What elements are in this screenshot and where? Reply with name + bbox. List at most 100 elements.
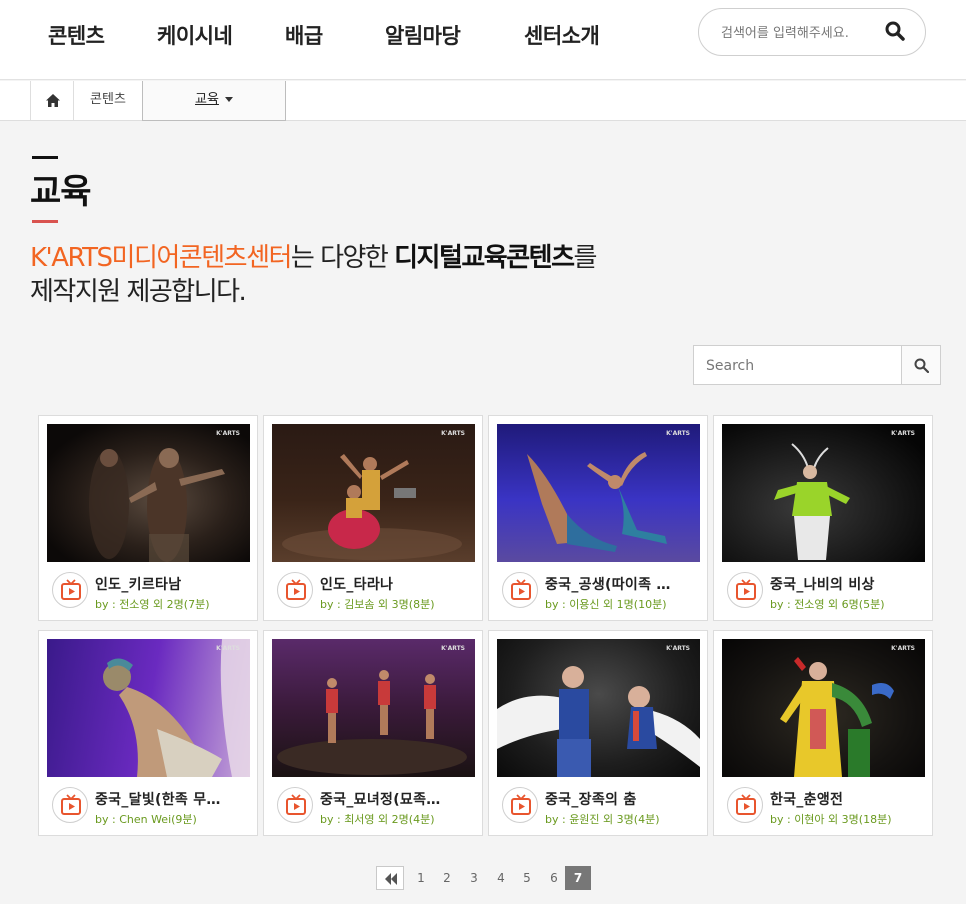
play-button[interactable] (52, 572, 88, 608)
dancer-image (89, 448, 225, 562)
video-card[interactable]: K'ARTS 중국_달빛(한족 무… by : Chen Wei(9분) (38, 630, 258, 836)
watermark-logo: K'ARTS (216, 645, 240, 652)
list-search-box (693, 345, 941, 385)
video-thumbnail[interactable]: K'ARTS (497, 424, 700, 562)
watermark-logo: K'ARTS (441, 430, 465, 437)
play-button[interactable] (727, 787, 763, 823)
video-credit: by : 전소영 외 6명(5분) (770, 598, 885, 611)
video-thumbnail[interactable]: K'ARTS (722, 639, 925, 777)
breadcrumb-home[interactable] (30, 81, 74, 121)
search-icon (885, 21, 905, 41)
video-thumbnail[interactable]: K'ARTS (272, 424, 475, 562)
title-accent-bar (32, 156, 58, 159)
tv-play-icon (511, 794, 531, 815)
video-thumbnail[interactable]: K'ARTS (272, 639, 475, 777)
video-title[interactable]: 중국_공생(따이족 … (545, 574, 697, 594)
watermark-logo: K'ARTS (666, 430, 690, 437)
intro-highlight: 디지털교육콘텐츠 (394, 243, 575, 273)
intro-text-part: 를 (573, 243, 598, 273)
video-thumbnail[interactable]: K'ARTS (47, 639, 250, 777)
breadcrumb: 콘텐츠 교육 (0, 81, 966, 121)
video-card[interactable]: K'ARTS 인도_타라나 by : 김보솜 외 3명(8분) (263, 415, 483, 621)
video-title[interactable]: 중국_장족의 춤 (545, 789, 697, 809)
watermark-logo: K'ARTS (441, 645, 465, 652)
play-button[interactable] (277, 787, 313, 823)
video-thumbnail[interactable]: K'ARTS (497, 639, 700, 777)
video-title[interactable]: 인도_타라나 (320, 574, 472, 594)
list-search-button[interactable] (901, 345, 941, 385)
play-button[interactable] (502, 572, 538, 608)
video-thumbnail[interactable]: K'ARTS (47, 424, 250, 562)
tv-play-icon (61, 794, 81, 815)
video-credit: by : 최서영 외 2명(4분) (320, 813, 435, 826)
first-page-button[interactable] (376, 866, 404, 890)
dancer-image (774, 443, 850, 560)
page-link[interactable]: 2 (434, 866, 460, 890)
page-link[interactable]: 3 (461, 866, 487, 890)
page-link[interactable]: 4 (488, 866, 514, 890)
video-credit: by : 윤원진 외 3명(4분) (545, 813, 660, 826)
page-link[interactable]: 5 (514, 866, 540, 890)
video-credit: by : 전소영 외 2명(7분) (95, 598, 210, 611)
dancer-image (780, 657, 894, 777)
nav-contents[interactable]: 콘텐츠 (48, 20, 105, 50)
header-search-button[interactable] (885, 21, 907, 43)
intro-center-name: K'ARTS미디어콘텐츠센터 (30, 243, 292, 273)
video-card[interactable]: K'ARTS 인도_키르타남 by : 전소영 외 2명(7분) (38, 415, 258, 621)
video-title[interactable]: 중국_달빛(한족 무… (95, 789, 247, 809)
breadcrumb-category-label: 교육 (195, 92, 219, 107)
video-card[interactable]: K'ARTS 중국_묘녀정(묘족… by : 최서영 외 2명(4분) (263, 630, 483, 836)
intro-line2: 제작지원 제공합니다. (30, 277, 247, 307)
dancer-image (497, 666, 700, 777)
site-header: 콘텐츠 케이시네 배급 알림마당 센터소개 (0, 0, 966, 80)
page-link[interactable]: 1 (408, 866, 434, 890)
video-credit: by : 이용신 외 1명(10분) (545, 598, 667, 611)
page-title: 교육 (30, 172, 92, 212)
dancer-image (277, 670, 467, 775)
play-button[interactable] (277, 572, 313, 608)
video-title[interactable]: 인도_키르타남 (95, 574, 247, 594)
video-credit: by : 이현아 외 3명(18분) (770, 813, 892, 826)
nav-notice[interactable]: 알림마당 (385, 20, 461, 50)
tv-play-icon (736, 579, 756, 600)
home-icon (46, 94, 60, 107)
tv-play-icon (286, 794, 306, 815)
watermark-logo: K'ARTS (891, 430, 915, 437)
tv-play-icon (511, 579, 531, 600)
intro-text-part: 는 다양한 (290, 243, 395, 273)
video-card[interactable]: K'ARTS 중국_장족의 춤 by : 윤원진 외 3명(4분) (488, 630, 708, 836)
dancer-image (282, 454, 462, 560)
page-link[interactable]: 6 (541, 866, 567, 890)
watermark-logo: K'ARTS (891, 645, 915, 652)
tv-play-icon (736, 794, 756, 815)
video-thumbnail[interactable]: K'ARTS (722, 424, 925, 562)
video-card[interactable]: K'ARTS 중국_공생(따이족 … by : 이용신 외 1명(10분) (488, 415, 708, 621)
breadcrumb-contents[interactable]: 콘텐츠 (74, 81, 142, 121)
play-button[interactable] (52, 787, 88, 823)
caret-down-icon (224, 97, 233, 102)
double-chevron-left-icon (385, 873, 397, 885)
watermark-logo: K'ARTS (666, 645, 690, 652)
video-title[interactable]: 중국_묘녀정(묘족… (320, 789, 472, 809)
nav-about[interactable]: 센터소개 (524, 20, 600, 50)
dancer-image (527, 452, 667, 552)
breadcrumb-category-dropdown[interactable]: 교육 (142, 81, 286, 121)
dancer-image (103, 639, 250, 777)
video-credit: by : Chen Wei(9분) (95, 813, 197, 826)
play-button[interactable] (502, 787, 538, 823)
video-credit: by : 김보솜 외 3명(8분) (320, 598, 435, 611)
nav-kcine[interactable]: 케이시네 (157, 20, 233, 50)
nav-distribution[interactable]: 배급 (285, 20, 323, 50)
header-search-box (698, 8, 926, 56)
tv-play-icon (286, 579, 306, 600)
title-divider (32, 220, 58, 223)
play-button[interactable] (727, 572, 763, 608)
video-card[interactable]: K'ARTS 한국_춘앵전 by : 이현아 외 3명(18분) (713, 630, 933, 836)
list-search-input[interactable] (706, 355, 886, 377)
video-card[interactable]: K'ARTS 중국_나비의 비상 by : 전소영 외 6명(5분) (713, 415, 933, 621)
video-title[interactable]: 중국_나비의 비상 (770, 574, 922, 594)
page-link-current[interactable]: 7 (565, 866, 591, 890)
video-title[interactable]: 한국_춘앵전 (770, 789, 922, 809)
header-search-input[interactable] (721, 21, 881, 45)
intro-text: K'ARTS미디어콘텐츠센터는 다양한 디지털교육콘텐츠를 제작지원 제공합니다… (30, 241, 730, 309)
